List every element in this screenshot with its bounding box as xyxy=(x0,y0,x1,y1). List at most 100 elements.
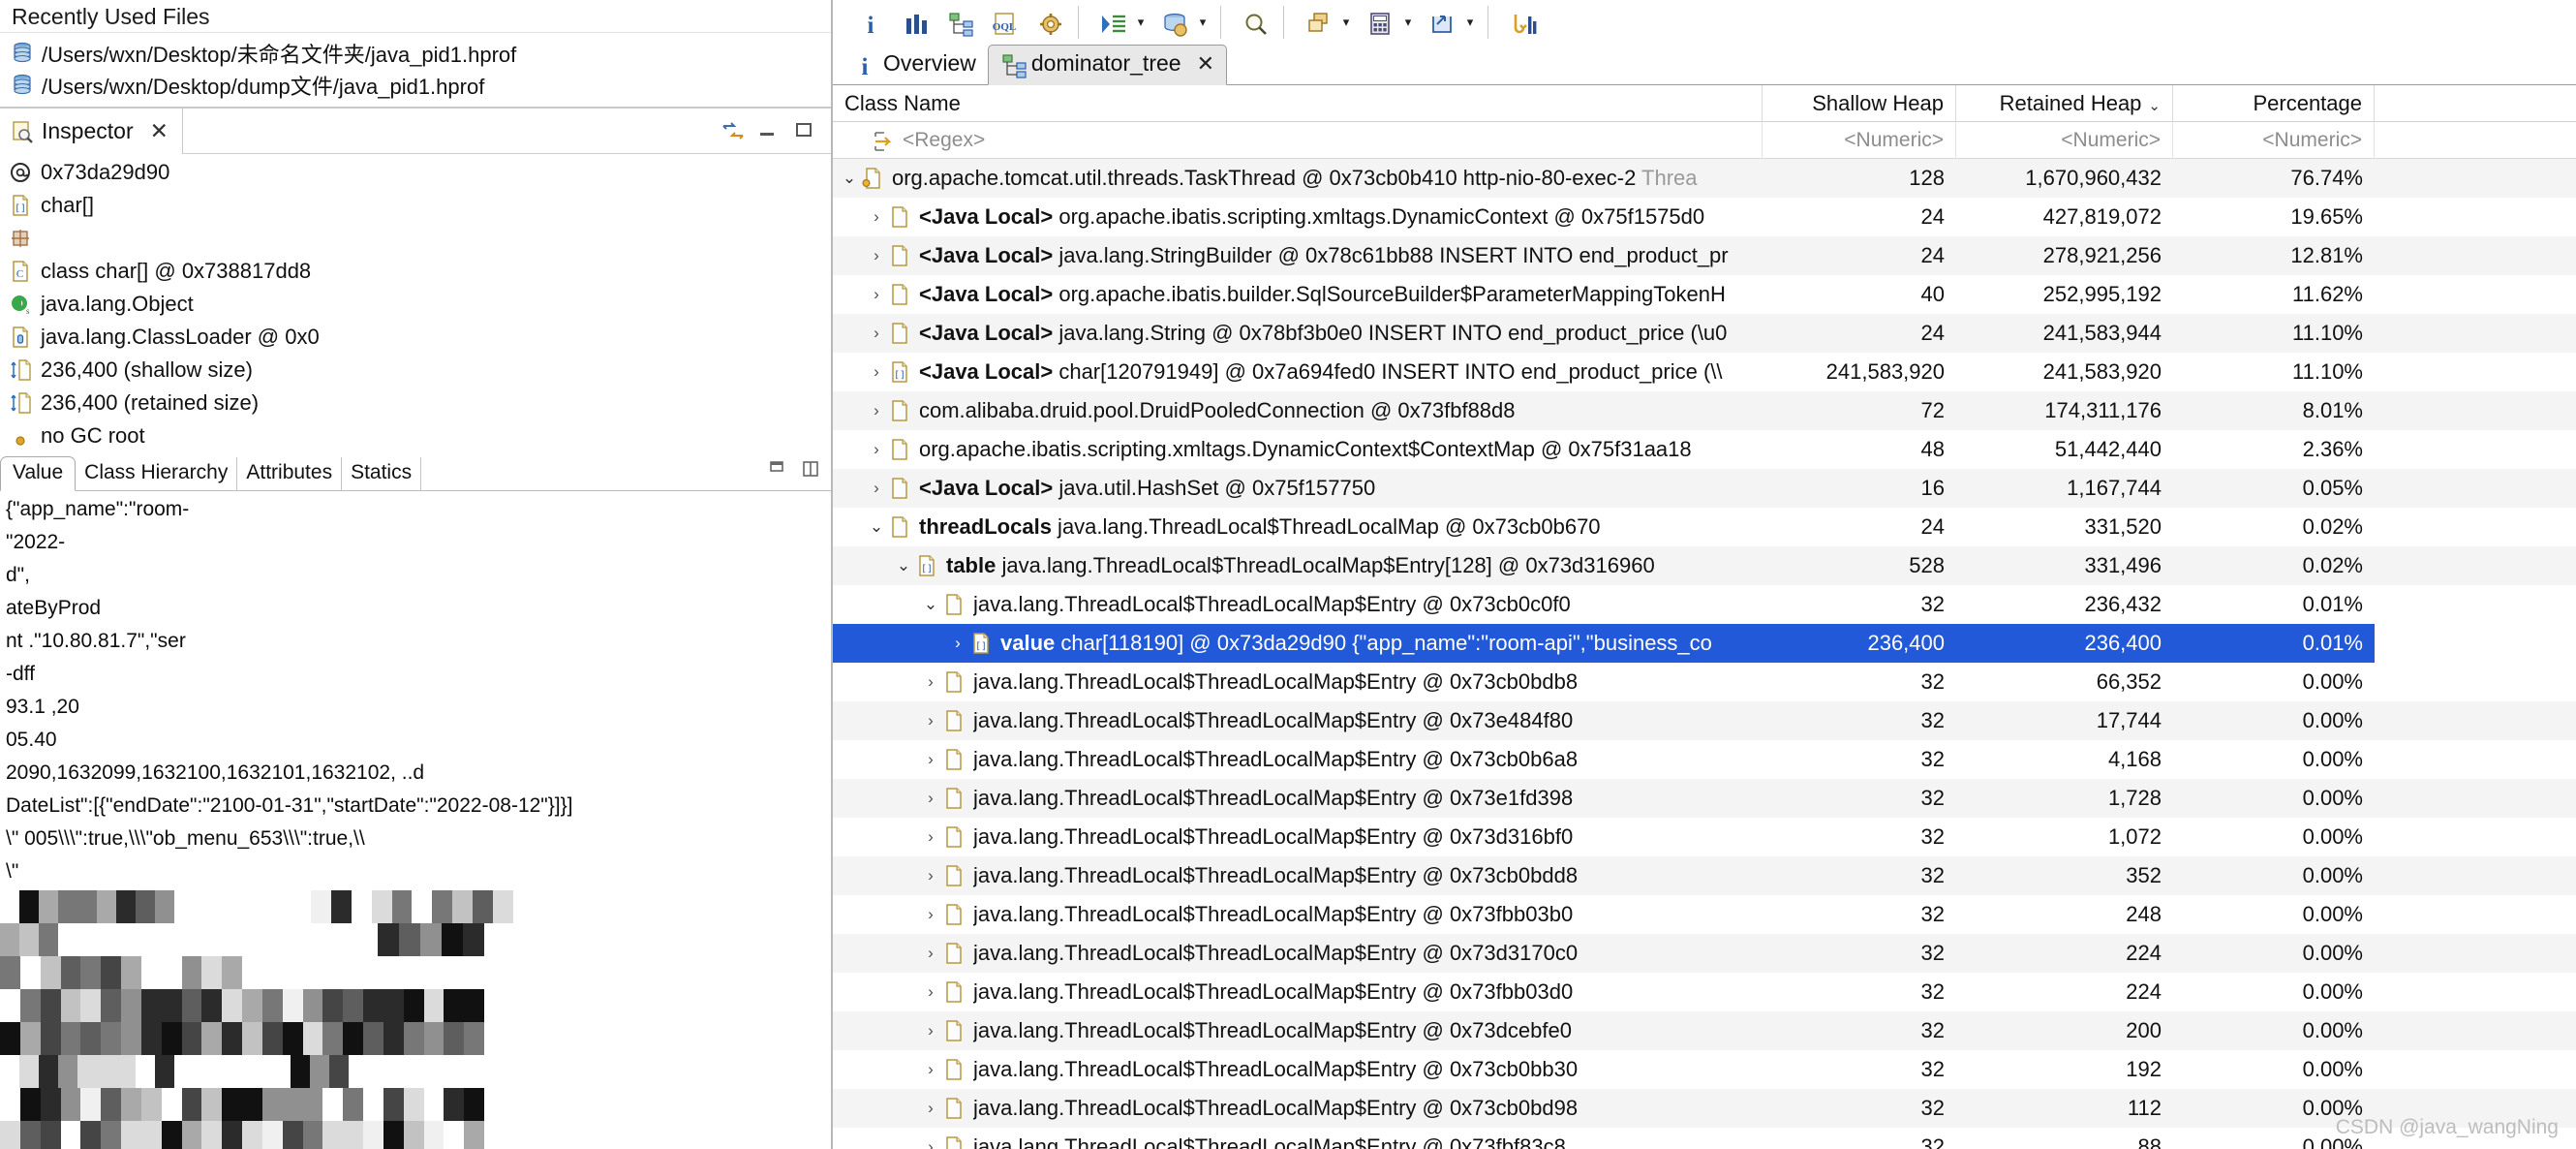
chevron-right-icon[interactable]: › xyxy=(864,391,889,430)
table-row[interactable]: › java.lang.ThreadLocal$ThreadLocalMap$E… xyxy=(833,740,2576,779)
inspector-row[interactable]: 236,400 (shallow size) xyxy=(0,354,831,387)
inspector-row[interactable]: C class char[] @ 0x738817dd8 xyxy=(0,255,831,288)
table-row[interactable]: › java.lang.ThreadLocal$ThreadLocalMap$E… xyxy=(833,895,2576,934)
recent-file-item[interactable]: /Users/wxn/Desktop/dump文件/java_pid1.hpro… xyxy=(0,69,831,101)
inspector-row[interactable]: s java.lang.Object xyxy=(0,288,831,321)
toolbar-button-dominator-tree[interactable] xyxy=(935,0,980,45)
minimize-icon[interactable] xyxy=(757,120,779,143)
tab-inspector[interactable]: Inspector ✕ xyxy=(0,109,183,154)
chevron-right-icon[interactable]: › xyxy=(864,353,889,391)
table-row[interactable]: ⌄ threadLocals java.lang.ThreadLocal$Thr… xyxy=(833,508,2576,546)
close-icon[interactable]: ✕ xyxy=(150,118,169,144)
chevron-down-icon[interactable]: ⌄ xyxy=(837,159,862,198)
filter-retained-heap[interactable]: <Numeric> xyxy=(1956,121,2173,159)
editor-tab-dominator_tree[interactable]: dominator_tree ✕ xyxy=(987,45,1227,86)
table-row[interactable]: › java.lang.ThreadLocal$ThreadLocalMap$E… xyxy=(833,1011,2576,1051)
toolbar-button-calculator[interactable] xyxy=(1355,0,1399,45)
table-row[interactable]: › java.lang.ThreadLocal$ThreadLocalMap$E… xyxy=(833,1089,2576,1129)
table-row[interactable]: › java.lang.ThreadLocal$ThreadLocalMap$E… xyxy=(833,973,2576,1011)
sub-tab-attributes[interactable]: Attributes xyxy=(237,457,343,490)
filter-class-name[interactable]: <Regex> xyxy=(833,121,1763,159)
inspector-row[interactable]: java.lang.ClassLoader @ 0x0 xyxy=(0,321,831,354)
toolbar-button-settings-gear[interactable] xyxy=(1025,0,1069,45)
close-icon[interactable]: ✕ xyxy=(1197,51,1214,77)
table-row[interactable]: ⌄ org.apache.tomcat.util.threads.TaskThr… xyxy=(833,159,2576,199)
chevron-right-icon[interactable]: › xyxy=(918,818,943,856)
toolbar-button-oql[interactable]: OQL xyxy=(980,0,1025,45)
chevron-right-icon[interactable]: › xyxy=(864,275,889,314)
toolbar-button-inspect[interactable] xyxy=(1150,0,1194,45)
table-row[interactable]: › java.lang.ThreadLocal$ThreadLocalMap$E… xyxy=(833,818,2576,856)
editor-tab-overview[interactable]: i Overview xyxy=(841,45,988,85)
inspector-row[interactable]: [] char[] xyxy=(0,189,831,222)
table-row[interactable]: › java.lang.ThreadLocal$ThreadLocalMap$E… xyxy=(833,1050,2576,1089)
value-viewer[interactable]: {"app_name":"room- "2022- d", ateByProd nt .… xyxy=(0,491,831,1149)
chevron-down-icon[interactable]: ⌄ xyxy=(918,585,943,624)
inspector-row[interactable]: 236,400 (retained size) xyxy=(0,387,831,419)
chevron-right-icon[interactable]: › xyxy=(918,1128,943,1149)
chevron-down-icon[interactable]: ⌄ xyxy=(891,546,916,585)
table-row[interactable]: › org.apache.ibatis.scripting.xmltags.Dy… xyxy=(833,430,2576,469)
chevron-right-icon[interactable]: › xyxy=(918,1011,943,1050)
chevron-right-icon[interactable]: › xyxy=(918,701,943,740)
maximize-icon-2[interactable] xyxy=(802,460,823,483)
chevron-right-icon[interactable]: › xyxy=(864,469,889,508)
chevron-down-icon[interactable]: ▾ xyxy=(1194,0,1211,45)
toolbar-button-histogram[interactable] xyxy=(891,0,935,45)
table-row[interactable]: ⌄ java.lang.ThreadLocal$ThreadLocalMap$E… xyxy=(833,585,2576,624)
inspector-row[interactable] xyxy=(0,222,831,255)
minimize-icon-2[interactable] xyxy=(769,460,790,483)
toolbar-button-group[interactable] xyxy=(1293,0,1337,45)
chevron-right-icon[interactable]: › xyxy=(918,779,943,818)
toolbar-button-export[interactable] xyxy=(1417,0,1461,45)
chevron-right-icon[interactable]: › xyxy=(945,624,970,663)
chevron-down-icon[interactable]: ⌄ xyxy=(864,508,889,546)
chevron-right-icon[interactable]: › xyxy=(918,1089,943,1128)
table-row[interactable]: › <Java Local> java.util.HashSet @ 0x75f… xyxy=(833,469,2576,509)
table-row[interactable]: › java.lang.ThreadLocal$ThreadLocalMap$E… xyxy=(833,1128,2576,1149)
toolbar-button-search[interactable] xyxy=(1230,0,1274,45)
chevron-right-icon[interactable]: › xyxy=(864,198,889,236)
table-row[interactable]: › [] <Java Local> char[120791949] @ 0x7a… xyxy=(833,353,2576,391)
column-header-percentage[interactable]: Percentage xyxy=(2173,85,2375,122)
table-row[interactable]: › java.lang.ThreadLocal$ThreadLocalMap$E… xyxy=(833,856,2576,896)
chevron-down-icon[interactable]: ▾ xyxy=(1132,0,1150,45)
column-header-shallow-heap[interactable]: Shallow Heap xyxy=(1763,85,1956,122)
chevron-right-icon[interactable]: › xyxy=(918,663,943,701)
table-row[interactable]: › java.lang.ThreadLocal$ThreadLocalMap$E… xyxy=(833,701,2576,741)
chevron-right-icon[interactable]: › xyxy=(918,895,943,934)
table-row[interactable]: › java.lang.ThreadLocal$ThreadLocalMap$E… xyxy=(833,663,2576,701)
table-row[interactable]: › java.lang.ThreadLocal$ThreadLocalMap$E… xyxy=(833,779,2576,819)
inspector-row[interactable]: no GC root xyxy=(0,419,831,452)
chevron-right-icon[interactable]: › xyxy=(918,934,943,973)
filter-percentage[interactable]: <Numeric> xyxy=(2173,121,2375,159)
sub-tab-class-hierarchy[interactable]: Class Hierarchy xyxy=(76,457,238,490)
table-row[interactable]: › com.alibaba.druid.pool.DruidPooledConn… xyxy=(833,391,2576,431)
chevron-right-icon[interactable]: › xyxy=(918,740,943,779)
table-row[interactable]: › <Java Local> org.apache.ibatis.scripti… xyxy=(833,198,2576,236)
link-with-editor-icon[interactable] xyxy=(721,120,744,143)
chevron-right-icon[interactable]: › xyxy=(918,856,943,895)
inspector-row[interactable]: 0x73da29d90 xyxy=(0,156,831,189)
chevron-down-icon[interactable]: ▾ xyxy=(1461,0,1479,45)
toolbar-button-run-query[interactable] xyxy=(1088,0,1132,45)
filter-shallow-heap[interactable]: <Numeric> xyxy=(1763,121,1956,159)
chevron-right-icon[interactable]: › xyxy=(864,236,889,275)
toolbar-button-compare[interactable] xyxy=(1497,0,1542,45)
chevron-down-icon[interactable]: ▾ xyxy=(1337,0,1355,45)
sub-tab-value[interactable]: Value xyxy=(0,456,77,491)
chevron-right-icon[interactable]: › xyxy=(864,314,889,353)
table-row[interactable]: › <Java Local> java.lang.String @ 0x78bf… xyxy=(833,314,2576,354)
sub-tab-statics[interactable]: Statics xyxy=(342,457,422,490)
chevron-right-icon[interactable]: › xyxy=(918,973,943,1011)
chevron-right-icon[interactable]: › xyxy=(864,430,889,469)
maximize-icon[interactable] xyxy=(794,120,815,143)
toolbar-button-overview[interactable]: i xyxy=(846,0,891,45)
column-header-retained-heap[interactable]: Retained Heap ⌄ xyxy=(1956,85,2173,122)
column-header-class-name[interactable]: Class Name xyxy=(833,85,1763,122)
table-row[interactable]: › java.lang.ThreadLocal$ThreadLocalMap$E… xyxy=(833,934,2576,974)
table-row[interactable]: › [] value char[118190] @ 0x73da29d90 {"… xyxy=(833,624,2576,664)
recent-file-item[interactable]: /Users/wxn/Desktop/未命名文件夹/java_pid1.hpro… xyxy=(0,37,831,69)
table-row[interactable]: › <Java Local> java.lang.StringBuilder @… xyxy=(833,236,2576,276)
table-row[interactable]: ⌄ [] table java.lang.ThreadLocal$ThreadL… xyxy=(833,546,2576,586)
